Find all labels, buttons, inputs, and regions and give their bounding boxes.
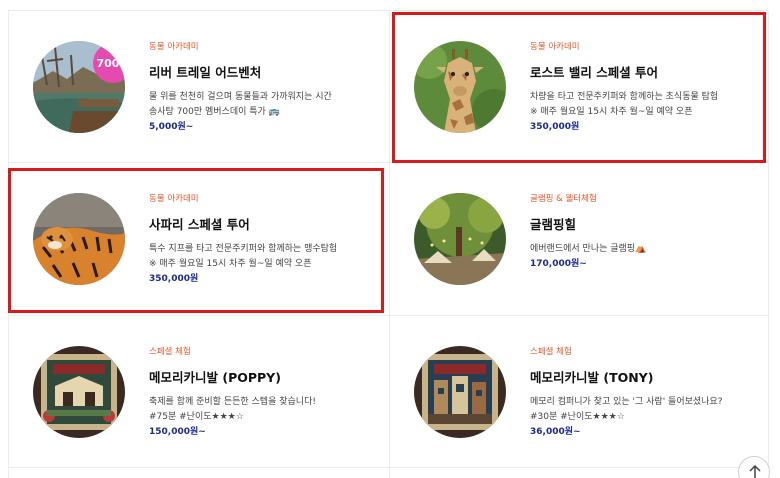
arrow-up-icon: [749, 464, 761, 478]
program-card-memory-carnival-tony[interactable]: 스페셜 체험 메모리카니발 (TONY) 메모리 컴퍼니가 찾고 있는 '그 사…: [390, 316, 769, 468]
promo-badge: 700만: [96, 56, 125, 70]
card-price: 5,000원~: [149, 122, 194, 132]
program-card-glamping[interactable]: 글램핑 & 웰터체험 글램핑힐 에버랜드에서 만나는 글램핑⛺ 170,000원…: [390, 163, 769, 316]
next-row-partial: [9, 468, 769, 478]
tiger-thumbnail[interactable]: [33, 193, 125, 285]
program-card-river-trail[interactable]: 700만 동물 아카데미 리버 트레일 어드벤처 물 위를 천천히 걸으며 동물…: [9, 11, 390, 163]
program-card-memory-carnival-poppy[interactable]: 스페셜 체험 메모리카니발 (POPPY) 축제를 함께 준비할 든든한 스텝을…: [9, 316, 390, 468]
card-title[interactable]: 리버 트레일 어드벤처: [149, 65, 379, 81]
river-trail-thumbnail[interactable]: 700만: [33, 41, 125, 133]
card-price: 150,000원~: [149, 427, 206, 437]
card-category: 글램핑 & 웰터체험: [530, 194, 597, 204]
card-title[interactable]: 메모리카니발 (POPPY): [149, 370, 379, 386]
card-category: 동물 아카데미: [530, 42, 580, 52]
card-category: 동물 아카데미: [149, 194, 199, 204]
card-price: 350,000원: [530, 122, 580, 132]
card-title[interactable]: 메모리카니발 (TONY): [530, 370, 760, 386]
card-description: 물 위를 천천히 걸으며 동물들과 가까워지는 시간 송사탕 700만 멤버스데…: [149, 92, 332, 117]
memory-carnival-tony-thumbnail[interactable]: [414, 346, 506, 438]
memory-carnival-poppy-thumbnail[interactable]: [33, 346, 125, 438]
card-title[interactable]: 글램핑힐: [530, 217, 760, 233]
glamping-thumbnail[interactable]: [414, 193, 506, 285]
card-price: 170,000원~: [530, 259, 587, 269]
card-title[interactable]: 로스트 밸리 스페셜 투어: [530, 65, 760, 81]
program-grid: 700만 동물 아카데미 리버 트레일 어드벤처 물 위를 천천히 걸으며 동물…: [8, 10, 769, 478]
giraffe-thumbnail[interactable]: [414, 41, 506, 133]
card-description: 특수 지프를 타고 전문주키퍼와 함께하는 맹수탐험 ※ 매주 월요일 15시 …: [149, 244, 338, 269]
card-description: 축제를 함께 준비할 든든한 스텝을 찾습니다! #75분 #난이도★★★☆: [149, 397, 316, 422]
card-price: 36,000원~: [530, 427, 581, 437]
card-description: 차량을 타고 전문주키퍼와 함께하는 초식동물 탐험 ※ 매주 월요일 15시 …: [530, 92, 719, 117]
program-card-safari[interactable]: 동물 아카데미 사파리 스페셜 투어 특수 지프를 타고 전문주키퍼와 함께하는…: [9, 163, 390, 316]
card-price: 350,000원: [149, 274, 199, 284]
card-description: 메모리 컴퍼니가 찾고 있는 '그 사람' 들어보셨나요? #30분 #난이도★…: [530, 397, 723, 422]
card-title[interactable]: 사파리 스페셜 투어: [149, 217, 379, 233]
program-card-lost-valley[interactable]: 동물 아카데미 로스트 밸리 스페셜 투어 차량을 타고 전문주키퍼와 함께하는…: [390, 11, 769, 163]
card-category: 동물 아카데미: [149, 42, 199, 52]
card-category: 스페셜 체험: [149, 347, 191, 357]
card-category: 스페셜 체험: [530, 347, 572, 357]
card-description: 에버랜드에서 만나는 글램핑⛺: [530, 244, 647, 254]
